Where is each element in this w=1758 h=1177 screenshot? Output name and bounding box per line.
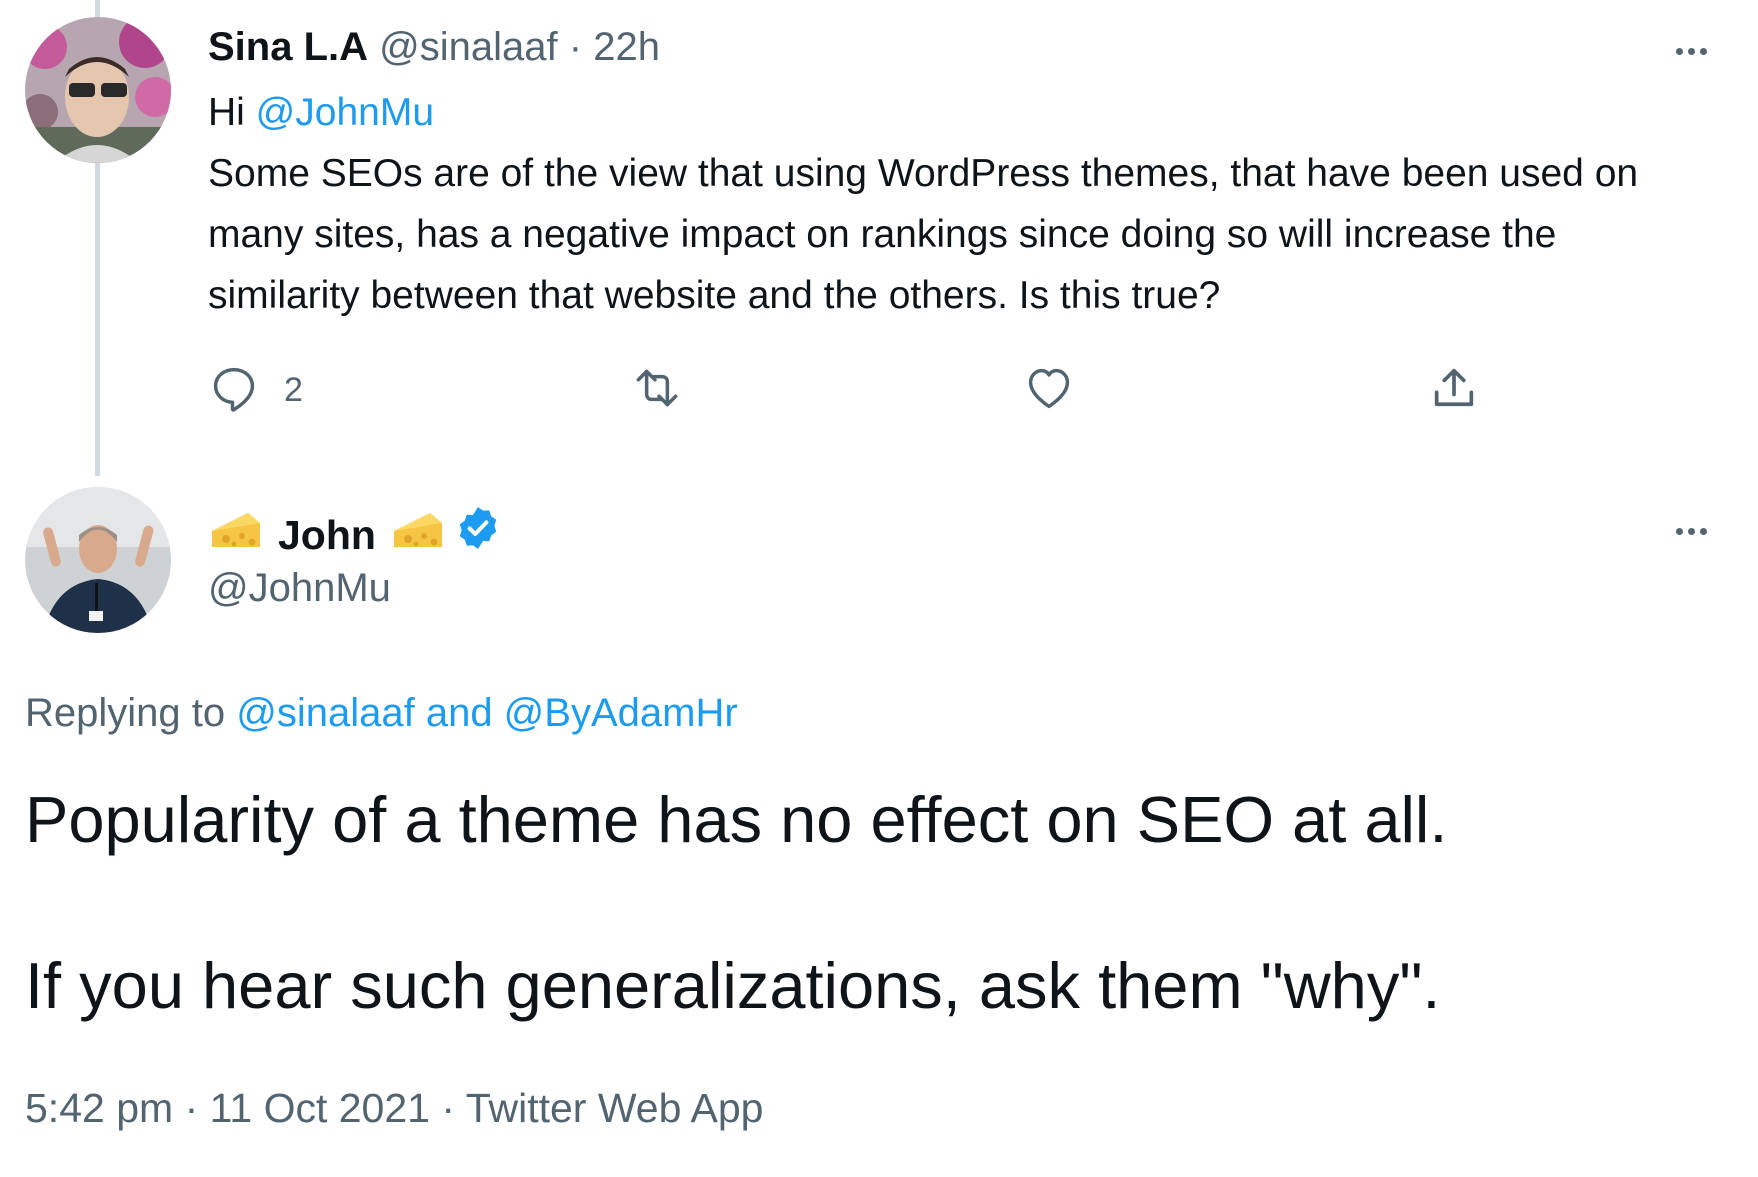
separator: · bbox=[441, 1085, 456, 1131]
share-icon bbox=[1428, 362, 1480, 419]
verified-badge-icon[interactable] bbox=[454, 504, 502, 565]
tweet-text-line2: If you hear such generalizations, ask th… bbox=[25, 949, 1441, 1022]
tweet-meta: 5:42 pm · 11 Oct 2021 · Twitter Web App bbox=[25, 1085, 763, 1132]
share-button[interactable] bbox=[1428, 362, 1480, 419]
separator: · bbox=[184, 1085, 199, 1131]
avatar-john[interactable] bbox=[25, 487, 171, 633]
more-icon[interactable] bbox=[1676, 42, 1712, 60]
mention-link[interactable]: @JohnMu bbox=[256, 91, 434, 134]
tweet-source[interactable]: Twitter Web App bbox=[466, 1085, 764, 1131]
tweet-timestamp[interactable]: 5:42 pm bbox=[25, 1085, 173, 1131]
like-icon bbox=[1023, 362, 1075, 419]
tweet-date[interactable]: 11 Oct 2021 bbox=[210, 1085, 430, 1131]
retweet-button[interactable] bbox=[628, 362, 686, 419]
tweet-time[interactable]: 22h bbox=[593, 25, 660, 69]
greeting-text: Hi bbox=[208, 91, 256, 134]
separator: · bbox=[568, 25, 583, 69]
tweet-actions: 2 bbox=[208, 362, 1488, 422]
tweet-text-line1: Popularity of a theme has no effect on S… bbox=[25, 783, 1448, 856]
replying-prefix: Replying to bbox=[25, 691, 237, 735]
like-button[interactable] bbox=[1023, 362, 1075, 419]
avatar-sina[interactable] bbox=[25, 17, 171, 163]
replying-users-link[interactable]: @sinalaaf and @ByAdamHr bbox=[236, 691, 737, 735]
reply-icon bbox=[208, 362, 260, 419]
retweet-icon bbox=[628, 362, 686, 419]
author-handle[interactable]: @JohnMu bbox=[208, 562, 391, 614]
author-name[interactable]: John bbox=[278, 508, 376, 562]
cheese-wedge-icon bbox=[208, 503, 264, 566]
reply-count: 2 bbox=[284, 371, 303, 409]
more-icon[interactable] bbox=[1676, 522, 1712, 540]
tweet-header: Sina L.A @sinalaaf · 22h bbox=[208, 22, 660, 72]
cheese-wedge-icon bbox=[390, 503, 446, 566]
author-handle[interactable]: @sinalaaf bbox=[379, 25, 557, 69]
author-name[interactable]: Sina L.A bbox=[208, 25, 368, 69]
replying-to: Replying to @sinalaaf and @ByAdamHr bbox=[25, 688, 738, 738]
tweet-text: Some SEOs are of the view that using Wor… bbox=[208, 152, 1639, 317]
tweet-greeting: Hi @JohnMu bbox=[208, 82, 434, 143]
author-name-row: John bbox=[208, 503, 502, 566]
reply-button[interactable]: 2 bbox=[208, 362, 303, 419]
